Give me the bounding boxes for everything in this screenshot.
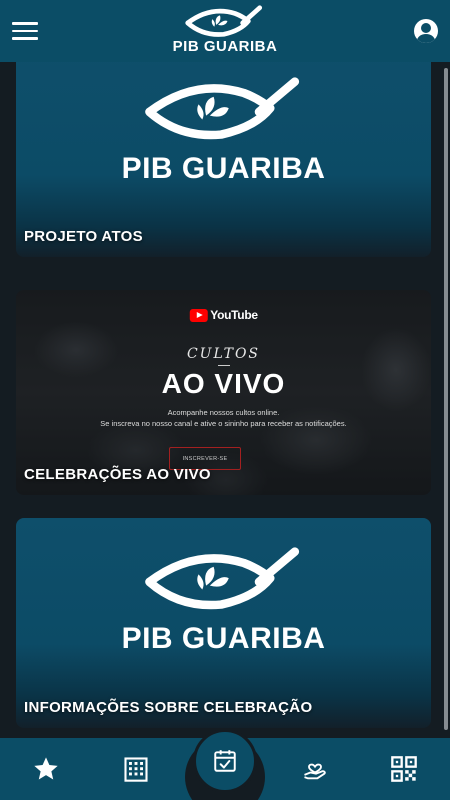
building-icon xyxy=(123,757,148,782)
card-logo-text: PIB GUARIBA xyxy=(121,622,326,655)
nav-church[interactable] xyxy=(118,751,154,787)
app-screen: PIB GUARIBA PIB GUARIBA PROJETO ATOS You… xyxy=(0,0,450,800)
card-title: CELEBRAÇÕES AO VIVO xyxy=(24,466,211,483)
heart-hand-icon xyxy=(303,763,326,780)
top-app-bar: PIB GUARIBA xyxy=(0,0,450,62)
card-title: INFORMAÇÕES SOBRE CELEBRAÇÃO xyxy=(24,699,313,716)
calendar-check-icon xyxy=(214,750,236,772)
account-circle-icon[interactable] xyxy=(414,19,438,43)
card-celebracoes-ao-vivo[interactable]: YouTube CULTOS AO VIVO Acompanhe nossos … xyxy=(16,290,431,495)
header-logo-text: PIB GUARIBA xyxy=(172,38,278,55)
subtitle-line-1: Acompanhe nossos cultos online. xyxy=(167,408,280,417)
nav-favorites[interactable] xyxy=(28,751,64,787)
card-logo-text: PIB GUARIBA xyxy=(121,152,326,185)
fish-logo-icon xyxy=(145,77,300,140)
star-icon xyxy=(34,757,58,780)
hamburger-menu-icon[interactable] xyxy=(12,16,42,46)
ao-vivo-headline: AO VIVO xyxy=(161,368,286,399)
nav-donations[interactable] xyxy=(297,751,333,787)
cultos-label: CULTOS xyxy=(186,346,261,362)
divider xyxy=(217,365,230,366)
card-logo: PIB GUARIBA xyxy=(122,74,326,186)
youtube-play-icon xyxy=(189,308,208,322)
fish-logo-icon xyxy=(185,5,263,37)
nav-qr-code[interactable] xyxy=(386,751,422,787)
feed-list: PIB GUARIBA PROJETO ATOS YouTube CULTOS … xyxy=(0,62,450,738)
fish-logo-icon xyxy=(145,547,300,610)
youtube-label: YouTube xyxy=(210,308,258,322)
card-logo: PIB GUARIBA xyxy=(122,544,326,656)
card-projeto-atos[interactable]: PIB GUARIBA PROJETO ATOS xyxy=(16,62,431,257)
header-logo: PIB GUARIBA xyxy=(173,4,278,55)
nav-calendar[interactable] xyxy=(193,729,257,793)
scrollbar[interactable] xyxy=(444,68,448,730)
youtube-logo: YouTube xyxy=(189,308,258,322)
qr-code-icon xyxy=(391,756,417,782)
card-informacoes-celebracao[interactable]: PIB GUARIBA INFORMAÇÕES SOBRE CELEBRAÇÃO xyxy=(16,518,431,728)
card-title: PROJETO ATOS xyxy=(24,228,143,245)
subtitle-line-2: Se inscreva no nosso canal e ative o sin… xyxy=(100,419,347,428)
